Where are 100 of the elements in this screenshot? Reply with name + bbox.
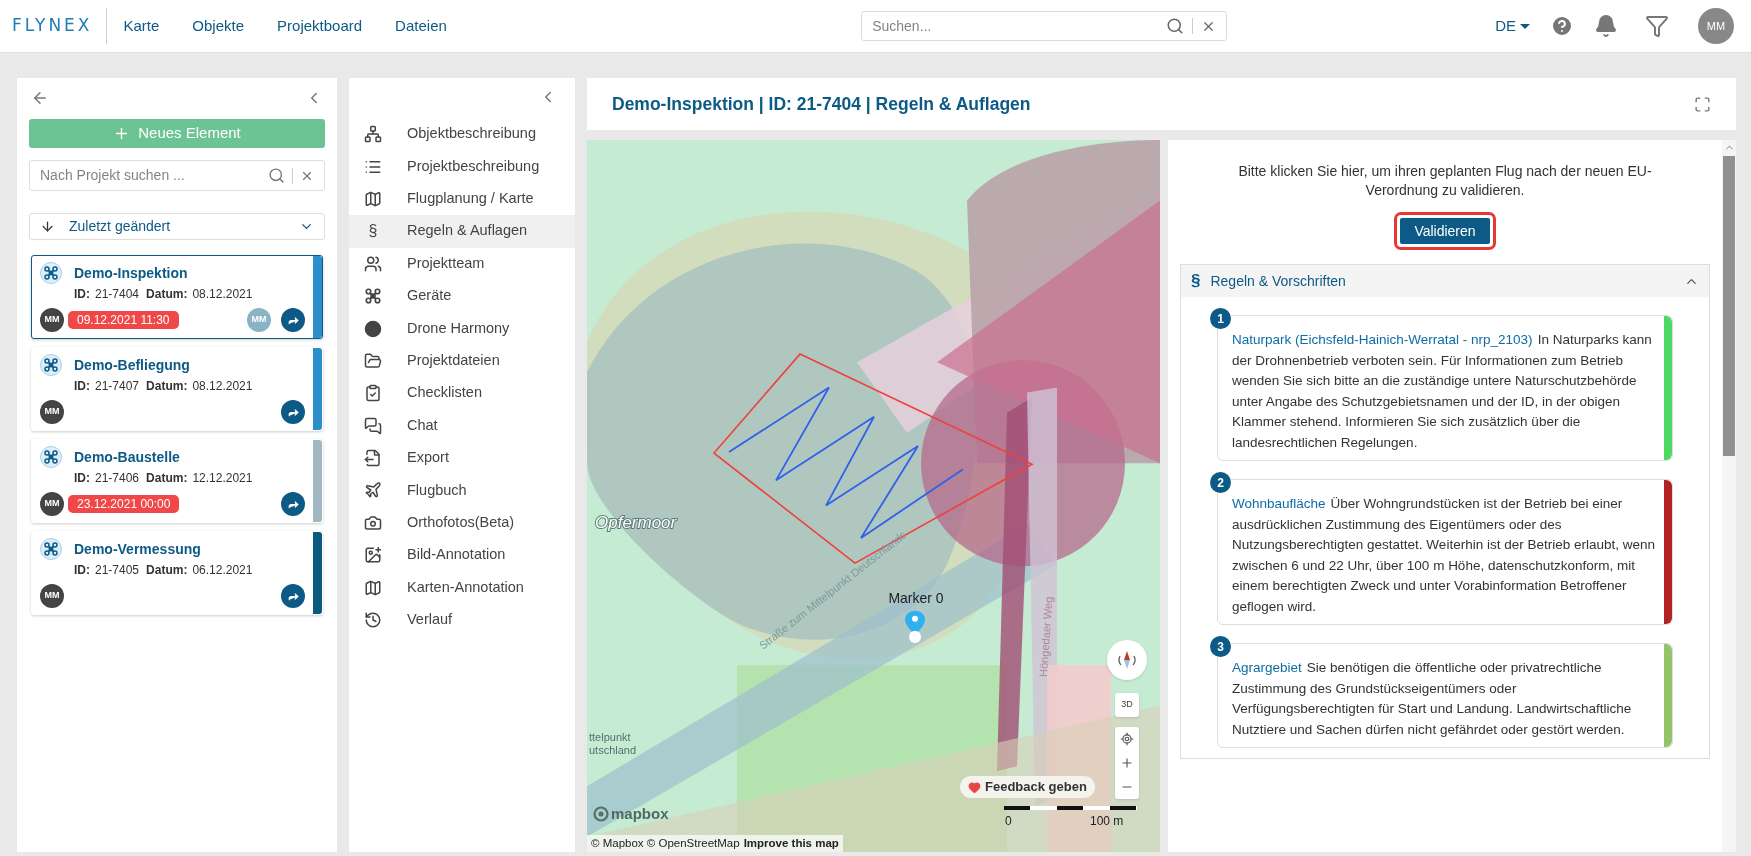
project-title: Demo-Inspektion: [74, 263, 188, 283]
map-label: ttelpunkt: [589, 730, 631, 743]
scroll-thumb[interactable]: [1723, 156, 1735, 456]
date-label: Datum:: [146, 470, 188, 487]
scale-start-label: 0: [1005, 813, 1012, 830]
project-id: 21-7405: [95, 562, 140, 579]
assignee-avatar: MM: [247, 308, 271, 332]
menu-item[interactable]: § Regeln & Auflagen: [349, 215, 575, 248]
locate-icon[interactable]: [1120, 732, 1134, 746]
nav-link[interactable]: Karte: [123, 14, 160, 38]
menu-label: Bild-Annotation: [407, 545, 506, 565]
project-date: 08.12.2021: [192, 378, 253, 395]
improve-map-link[interactable]: Improve this map: [743, 834, 839, 852]
map-icon: [364, 578, 382, 597]
project-card[interactable]: Demo-Baustelle ID: 21-7406 Datum: 12.12.2021 MM 23.12.2021 00:00: [31, 439, 323, 523]
menu-label: Verlauf: [407, 610, 453, 630]
share-button[interactable]: [281, 584, 305, 608]
nav-link[interactable]: Dateien: [395, 14, 447, 38]
user-avatar[interactable]: MM: [1698, 8, 1734, 44]
project-id: 21-7404: [95, 286, 140, 303]
share-button[interactable]: [281, 492, 305, 516]
menu-label: Orthofotos(Beta): [407, 513, 515, 532]
people-icon: [364, 254, 382, 273]
menu-label: Checklisten: [407, 383, 482, 403]
brand-logo[interactable]: FLYNEX: [12, 13, 93, 39]
project-search-field[interactable]: Nach Projekt suchen ...: [29, 160, 325, 191]
marker-label: Marker 0: [888, 589, 944, 606]
section-header[interactable]: § Regeln & Vorschriften: [1181, 265, 1709, 297]
feedback-button[interactable]: Feedback geben: [960, 776, 1095, 798]
map-label: Höngedaer Weg: [1037, 596, 1055, 678]
rule-title-link[interactable]: Agrargebiet: [1232, 660, 1302, 675]
three-d-button[interactable]: 3D: [1115, 693, 1139, 717]
owner-avatar: MM: [40, 400, 64, 424]
notification-icon[interactable]: [1594, 14, 1618, 38]
mapbox-logo-text: mapbox: [611, 804, 669, 824]
rule-title-link[interactable]: Naturpark (Eichsfeld-Hainich-Werratal - nrp_2103): [1232, 332, 1533, 347]
circle-icon: [364, 319, 382, 338]
owner-avatar: MM: [40, 492, 64, 516]
share-button[interactable]: [281, 400, 305, 424]
menu-label: Drone Harmony: [407, 318, 510, 338]
nav-link[interactable]: Objekte: [192, 14, 245, 38]
sort-arrow-icon: [40, 219, 55, 234]
project-date: 06.12.2021: [192, 562, 253, 579]
folder-icon: [364, 351, 382, 370]
owner-avatar: MM: [40, 584, 64, 608]
id-label: ID:: [74, 562, 90, 579]
plane-icon: [364, 481, 382, 500]
search-icon[interactable]: [268, 167, 285, 184]
project-card[interactable]: Demo-Befliegung ID: 21-7407 Datum: 08.12.2021 MM: [31, 347, 323, 431]
map-attribution: © Mapbox © OpenStreetMap: [591, 835, 740, 851]
validation-hint: Bitte klicken Sie hier, um ihren geplanten Flug nach der neuen EU-Verordnung zu validieren.: [1237, 162, 1653, 200]
search-input[interactable]: Suchen...: [872, 15, 1167, 37]
menu-label: Flugbuch: [407, 480, 467, 500]
project-date: 12.12.2021: [192, 470, 253, 487]
menu-label: Objektbeschreibung: [407, 124, 536, 144]
scrollbar[interactable]: [1722, 140, 1736, 852]
menu-label: Projektteam: [407, 253, 485, 273]
camera-icon: [364, 513, 382, 532]
language-dropdown[interactable]: DE: [1495, 14, 1530, 38]
caret-icon: [1520, 23, 1530, 29]
heart-icon: [968, 780, 981, 794]
project-id: 21-7407: [95, 378, 140, 395]
deadline-badge: 23.12.2021 00:00: [68, 495, 180, 513]
search-icon[interactable]: [1166, 17, 1185, 35]
project-date: 08.12.2021: [192, 286, 253, 303]
rule-title-link[interactable]: Wohnbaufläche: [1232, 496, 1326, 511]
map-label: Opfermoor: [595, 512, 677, 532]
project-card[interactable]: Demo-Inspektion ID: 21-7404 Datum: 08.12.2021 MM 09.12.2021 11:30 MM: [31, 255, 323, 339]
id-label: ID:: [74, 470, 90, 487]
project-search-input[interactable]: Nach Projekt suchen ...: [40, 165, 268, 186]
map-pin-icon[interactable]: [905, 610, 925, 643]
fullscreen-icon[interactable]: [1694, 95, 1711, 113]
menu-label: Geräte: [407, 286, 452, 306]
export-icon: [364, 449, 382, 468]
filter-icon[interactable]: [1644, 14, 1670, 38]
drone-icon: [364, 287, 382, 306]
nav-link[interactable]: Projektboard: [277, 14, 363, 38]
history-icon: [364, 611, 382, 630]
share-button[interactable]: [281, 308, 305, 332]
rule-text: Agrargebiet Sie benötigen die öffentliche oder privatrechtliche Zustimmung des Grundstückseigentümers oder Verfügungsberechtigten für Start und Landung. Landwirtschaftliche Nutztiere und Sachen dürfen nicht gefährdet oder gestört werden.: [1232, 659, 1633, 739]
menu-label: Projektdateien: [407, 351, 500, 371]
rule-number-badge: 2: [1210, 472, 1231, 493]
rule-text: Wohnbaufläche Über Wohngrundstücken ist der Betrieb bei einer ausdrücklichen Zustimmung des Eigentümers oder des Nutzungsberechtigten gestattet. Weiterhin ist der Betrieb erlaubt, wenn zwischen 6 und 22 Uhr, über 100 m Höhe, datenschutzkonform, mit einem berechtigten Zweck und unter Vorabinformation Betroffener geflogen wird.: [1232, 495, 1656, 616]
date-label: Datum:: [146, 286, 188, 303]
search-field[interactable]: Suchen...: [861, 11, 1228, 41]
rule-number-badge: 3: [1210, 636, 1231, 657]
validate-button[interactable]: Validieren: [1400, 218, 1490, 244]
section-title: Regeln & Vorschriften: [1210, 271, 1347, 291]
project-title: Demo-Baustelle: [74, 447, 180, 467]
menu-label: Chat: [407, 415, 438, 435]
scale-end-label: 100 m: [1090, 813, 1124, 830]
project-card[interactable]: Demo-Vermessung ID: 21-7405 Datum: 06.12.2021 MM: [31, 531, 323, 615]
date-label: Datum:: [146, 562, 188, 579]
zoom-in-icon[interactable]: [1120, 756, 1134, 770]
help-icon[interactable]: [1550, 14, 1574, 38]
sort-dropdown[interactable]: Zuletzt geändert: [29, 213, 325, 240]
menu-label: Projektbeschreibung: [407, 156, 540, 176]
page-title: Demo-Inspektion | ID: 21-7404 | Regeln & Auflagen: [612, 92, 1032, 116]
mapbox-logo-icon: [593, 806, 609, 823]
id-label: ID:: [74, 378, 90, 395]
